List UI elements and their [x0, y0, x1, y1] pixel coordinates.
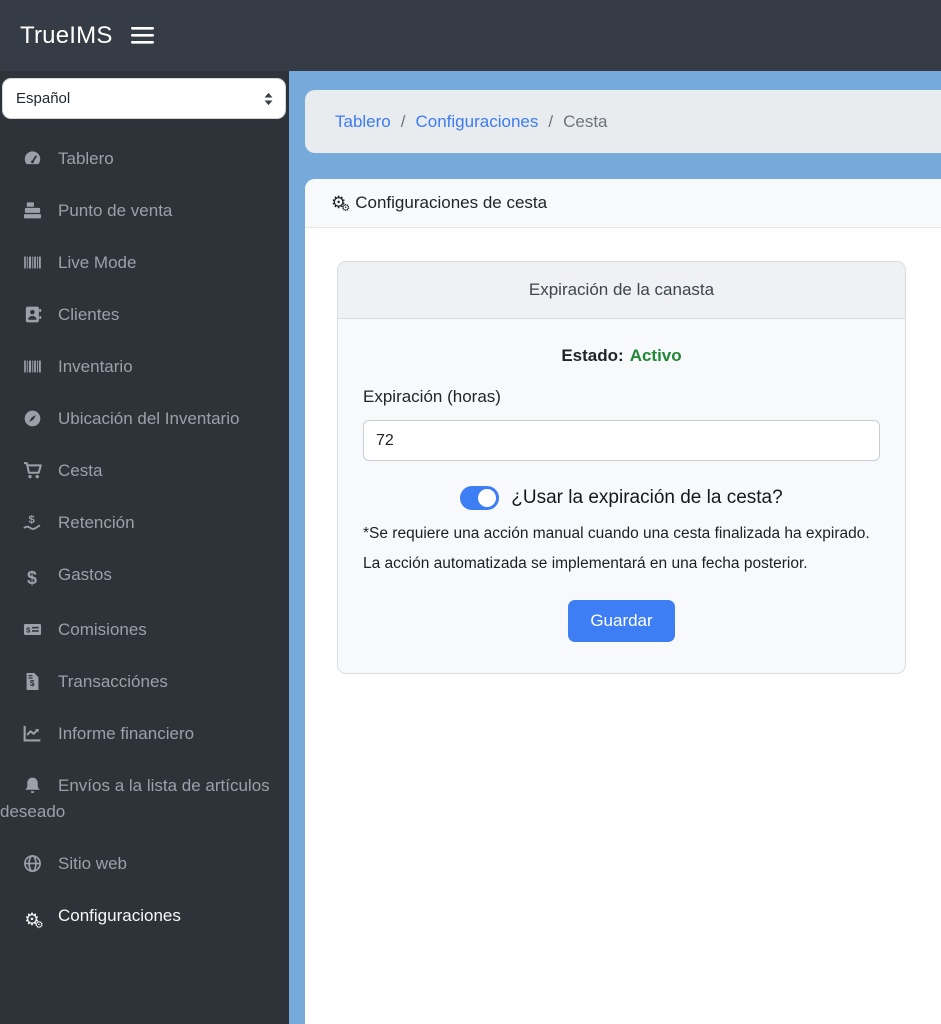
sidebar-item-label: Punto de venta	[58, 201, 173, 220]
sidebar-item-label: Comisiones	[58, 620, 147, 639]
hand-holding-dollar-icon: $	[19, 513, 45, 532]
sidebar-item-retencion[interactable]: $ Retención	[0, 497, 289, 549]
gauge-icon	[19, 149, 45, 168]
toggle-knob	[478, 489, 497, 507]
sidebar-item-cesta[interactable]: Cesta	[0, 445, 289, 497]
sidebar-item-label: Live Mode	[58, 253, 137, 272]
expiration-hours-input[interactable]	[363, 420, 880, 461]
panel-title: Configuraciones de cesta	[355, 193, 548, 212]
svg-text:$: $	[26, 625, 31, 634]
sidebar-item-inventario[interactable]: Inventario	[0, 341, 289, 393]
sidebar-item-configuraciones[interactable]: ⚙ ⚙ Configuraciones	[0, 890, 289, 942]
dollar-icon: $	[26, 568, 37, 588]
sidebar-item-label: Retención	[58, 513, 135, 532]
sidebar-item-tablero[interactable]: Tablero	[0, 133, 289, 185]
breadcrumb-link-configuraciones[interactable]: Configuraciones	[416, 112, 539, 132]
bell-icon	[19, 776, 45, 795]
file-invoice-dollar-icon: $	[19, 672, 45, 691]
main-content: Tablero / Configuraciones / Cesta ⚙ ⚙ Con…	[289, 71, 941, 1024]
hamburger-menu-icon[interactable]	[130, 27, 154, 44]
sidebar-item-label: Gastos	[58, 565, 112, 584]
sidebar-item-transacciones[interactable]: $ Transacciónes	[0, 656, 289, 708]
chart-line-icon	[19, 724, 45, 743]
sidebar-menu: Tablero Punto de venta Live Mode Cliente…	[0, 133, 289, 942]
sidebar-item-label: Inventario	[58, 357, 133, 376]
breadcrumb-link-tablero[interactable]: Tablero	[335, 112, 391, 132]
sidebar-item-ubicacion-inventario[interactable]: Ubicación del Inventario	[0, 393, 289, 445]
status-line: Estado: Activo	[363, 346, 880, 366]
top-navbar: TrueIMS	[0, 0, 941, 71]
status-label: Estado:	[561, 346, 624, 365]
save-button[interactable]: Guardar	[568, 600, 675, 642]
expiration-hours-label: Expiración (horas)	[363, 387, 501, 406]
breadcrumb-separator: /	[400, 111, 406, 131]
cash-register-icon	[19, 201, 45, 220]
sidebar-item-informe-financiero[interactable]: Informe financiero	[0, 708, 289, 760]
sidebar-item-label: Tablero	[58, 149, 114, 168]
barcode-icon	[19, 357, 45, 376]
barcode-icon	[19, 253, 45, 272]
status-badge: Activo	[629, 346, 682, 365]
panel-body: Expiración de la canasta Estado: Activo E…	[305, 228, 941, 674]
breadcrumb-separator: /	[548, 111, 554, 131]
globe-icon	[19, 854, 45, 873]
compass-icon	[19, 409, 45, 428]
basket-expiration-card: Expiración de la canasta Estado: Activo E…	[337, 261, 906, 674]
sidebar-item-label: Sitio web	[58, 854, 127, 873]
sidebar-item-label: Ubicación del Inventario	[58, 409, 240, 428]
sidebar-item-sitio-web[interactable]: Sitio web	[0, 838, 289, 890]
language-select-value: Español	[16, 90, 71, 107]
sidebar-item-clientes[interactable]: Clientes	[0, 289, 289, 341]
sidebar-item-label: Informe financiero	[58, 724, 195, 743]
sidebar-item-envios-lista-deseados[interactable]: Envíos a la lista de artículos deseado	[0, 760, 289, 838]
settings-panel: ⚙ ⚙ Configuraciones de cesta Expiración d…	[305, 179, 941, 1024]
card-body: Estado: Activo Expiración (horas) ¿Usar l…	[338, 319, 905, 673]
select-caret-icon	[262, 91, 275, 106]
breadcrumb: Tablero / Configuraciones / Cesta	[305, 90, 941, 153]
cart-icon	[19, 461, 45, 480]
panel-header: ⚙ ⚙ Configuraciones de cesta	[305, 179, 941, 228]
toggle-row: ¿Usar la expiración de la cesta?	[363, 486, 880, 510]
sidebar-item-label: Configuraciones	[58, 906, 181, 925]
address-book-icon	[19, 305, 45, 324]
sidebar-item-punto-de-venta[interactable]: Punto de venta	[0, 185, 289, 237]
use-expiration-toggle[interactable]	[460, 486, 500, 510]
gears-icon: ⚙ ⚙	[24, 910, 44, 931]
app-brand[interactable]: TrueIMS	[20, 22, 113, 50]
breadcrumb-current: Cesta	[563, 111, 608, 131]
sidebar-item-label: Clientes	[58, 305, 120, 324]
svg-text:$: $	[29, 678, 34, 688]
money-check-icon: $	[19, 620, 45, 639]
svg-text:$: $	[28, 514, 35, 526]
language-select[interactable]: Español	[2, 78, 286, 119]
sidebar: Español Tablero Punto de venta Live Mode	[0, 71, 289, 1024]
sidebar-item-label: Cesta	[58, 461, 103, 480]
card-title: Expiración de la canasta	[338, 262, 905, 319]
sidebar-item-label: Transacciónes	[58, 672, 168, 691]
sidebar-item-gastos[interactable]: $ Gastos	[0, 549, 289, 604]
gears-icon: ⚙ ⚙	[331, 192, 351, 214]
use-expiration-toggle-label: ¿Usar la expiración de la cesta?	[511, 487, 783, 508]
sidebar-item-comisiones[interactable]: $ Comisiones	[0, 604, 289, 656]
sidebar-item-live-mode[interactable]: Live Mode	[0, 237, 289, 289]
expiration-note: *Se requiere una acción manual cuando un…	[363, 525, 870, 572]
